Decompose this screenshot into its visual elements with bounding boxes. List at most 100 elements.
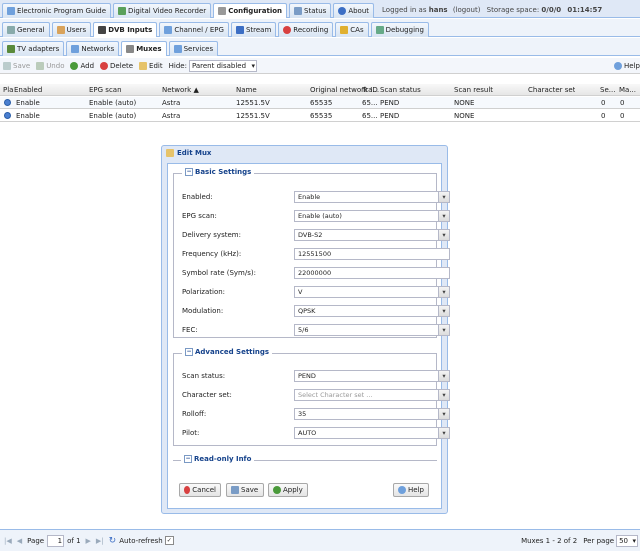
tab-configuration[interactable]: Configuration <box>213 2 288 18</box>
edit-button[interactable]: Edit <box>139 61 163 70</box>
prev-page-icon[interactable]: ◀ <box>17 537 22 545</box>
column-header-mapped[interactable]: Ma... <box>619 86 636 94</box>
tab-dvb-inputs[interactable]: DVB Inputs <box>93 21 158 37</box>
rolloff-select[interactable]: 35 <box>294 408 450 420</box>
symbol-rate-input[interactable]: 22000000 <box>294 267 450 279</box>
tab-muxes[interactable]: Muxes <box>121 40 167 56</box>
frequency-input[interactable]: 12551500 <box>294 248 450 260</box>
pilot-select[interactable]: AUTO <box>294 427 450 439</box>
next-page-icon[interactable]: ▶ <box>86 537 91 545</box>
dialog-title: Edit Mux <box>177 149 212 157</box>
edit-mux-dialog: Edit Mux − Basic Settings Enabled: Enable … <box>161 145 450 514</box>
first-page-icon[interactable]: |◀ <box>4 537 12 545</box>
delivery-system-select[interactable]: DVB-S2 <box>294 229 450 241</box>
field-row-modulation: Modulation: QPSK <box>182 305 450 317</box>
readonly-info-legend[interactable]: − Read-only Info <box>181 455 255 463</box>
tv-icon <box>7 44 15 53</box>
tab-recording[interactable]: Recording <box>278 21 334 37</box>
column-header-epg-scan[interactable]: EPG scan <box>89 86 122 94</box>
users-icon <box>56 25 65 34</box>
cell-transport: 65... <box>362 111 378 120</box>
logout-link[interactable]: (logout) <box>453 6 481 14</box>
tab-tv-adapters[interactable]: TV adapters <box>2 40 65 56</box>
play-button[interactable] <box>4 112 11 121</box>
stream-icon <box>235 25 244 34</box>
undo-button[interactable]: Undo <box>36 61 64 70</box>
basic-settings-legend[interactable]: − Basic Settings <box>182 168 255 176</box>
cell-epg-scan: Enable (auto) <box>89 111 137 120</box>
tab-dvr[interactable]: Digital Video Recorder <box>113 2 212 18</box>
table-row[interactable]: Enable Enable (auto) Astra 12551.5V 6553… <box>0 97 640 109</box>
cancel-icon <box>184 486 191 494</box>
advanced-settings-legend[interactable]: − Advanced Settings <box>182 348 273 356</box>
cell-network: Astra <box>162 111 181 120</box>
tab-cas[interactable]: CAs <box>335 21 369 37</box>
cell-scan-status: PEND <box>380 98 400 107</box>
epg-scan-select[interactable]: Enable (auto) <box>294 210 450 222</box>
column-header-network[interactable]: Network ▲ <box>162 86 199 94</box>
last-page-icon[interactable]: ▶| <box>96 537 104 545</box>
apply-button[interactable]: Apply <box>268 483 308 497</box>
modulation-select[interactable]: QPSK <box>294 305 450 317</box>
tab-general[interactable]: General <box>2 21 50 37</box>
cell-original-network-id: 65535 <box>310 98 333 107</box>
tab-about[interactable]: About <box>333 2 375 18</box>
tab-users[interactable]: Users <box>51 21 92 37</box>
column-header-character-set[interactable]: Character set <box>528 86 575 94</box>
column-header-scan-result[interactable]: Scan result <box>454 86 493 94</box>
save-icon <box>231 486 239 494</box>
column-header-name[interactable]: Name <box>236 86 257 94</box>
tab-networks[interactable]: Networks <box>66 40 120 56</box>
cell-scan-result: NONE <box>454 111 475 120</box>
tab-stream[interactable]: Stream <box>230 21 277 37</box>
per-page-select[interactable]: 50 ▾ <box>616 534 638 547</box>
tab-epg[interactable]: Electronic Program Guide <box>2 2 112 18</box>
page-input[interactable]: 1 <box>47 534 65 547</box>
cell-original-network-id: 65535 <box>310 111 333 120</box>
cell-name: 12551.5V <box>236 98 270 107</box>
dvb-icon <box>98 25 107 34</box>
general-icon <box>7 25 15 34</box>
field-row-enabled: Enabled: Enable <box>182 191 450 203</box>
auto-refresh-checkbox[interactable]: ✓ <box>164 536 174 545</box>
refresh-icon[interactable]: ↻ <box>109 536 117 546</box>
dialog-title-bar[interactable]: Edit Mux <box>162 146 447 160</box>
edit-icon <box>166 149 174 157</box>
config-tab-bar: General Users DVB Inputs Channel / EPG S… <box>0 19 640 37</box>
save-button[interactable]: Save <box>226 483 264 497</box>
column-header-scan-status[interactable]: Scan status <box>380 86 421 94</box>
cell-network: Astra <box>162 98 181 107</box>
status-icon <box>294 6 303 15</box>
cell-enabled: Enable <box>16 111 40 120</box>
cell-scan-status: PEND <box>380 111 400 120</box>
tab-debugging[interactable]: Debugging <box>370 21 429 37</box>
fec-select[interactable]: 5/6 <box>294 324 450 336</box>
help-icon <box>398 486 406 494</box>
scan-status-select[interactable]: PEND <box>294 370 450 382</box>
column-header-enabled[interactable]: Enabled <box>14 86 42 94</box>
cell-epg-scan: Enable (auto) <box>89 98 137 107</box>
delete-button[interactable]: Delete <box>100 61 133 70</box>
tab-status[interactable]: Status <box>289 2 332 18</box>
save-icon <box>3 61 11 70</box>
tab-services[interactable]: Services <box>168 40 219 56</box>
character-set-select[interactable]: Select Character set ... <box>294 389 450 401</box>
help-button[interactable]: Help <box>393 483 429 497</box>
column-header-services[interactable]: Se... <box>600 86 615 94</box>
play-button[interactable] <box>4 99 11 108</box>
chevron-down-icon: ▾ <box>632 536 636 545</box>
polarization-select[interactable]: V <box>294 286 450 298</box>
help-button[interactable]: Help <box>614 61 640 70</box>
column-header-play[interactable]: Play <box>3 86 13 94</box>
add-button[interactable]: Add <box>70 61 94 70</box>
cell-name: 12551.5V <box>236 111 270 120</box>
cancel-button[interactable]: Cancel <box>179 483 221 497</box>
delete-icon <box>100 61 109 70</box>
advanced-settings-section: −Advanced Settings Scan status:PEND Char… <box>173 348 450 446</box>
hide-select[interactable]: Parent disabled ▾ <box>188 59 258 72</box>
table-row[interactable]: Enable Enable (auto) Astra 12551.5V 6553… <box>0 110 640 122</box>
tab-channel-epg[interactable]: Channel / EPG <box>159 21 229 37</box>
save-button[interactable]: Save <box>3 61 30 70</box>
enabled-select[interactable]: Enable <box>294 191 450 203</box>
column-header-transport[interactable]: Tra... <box>362 86 379 94</box>
